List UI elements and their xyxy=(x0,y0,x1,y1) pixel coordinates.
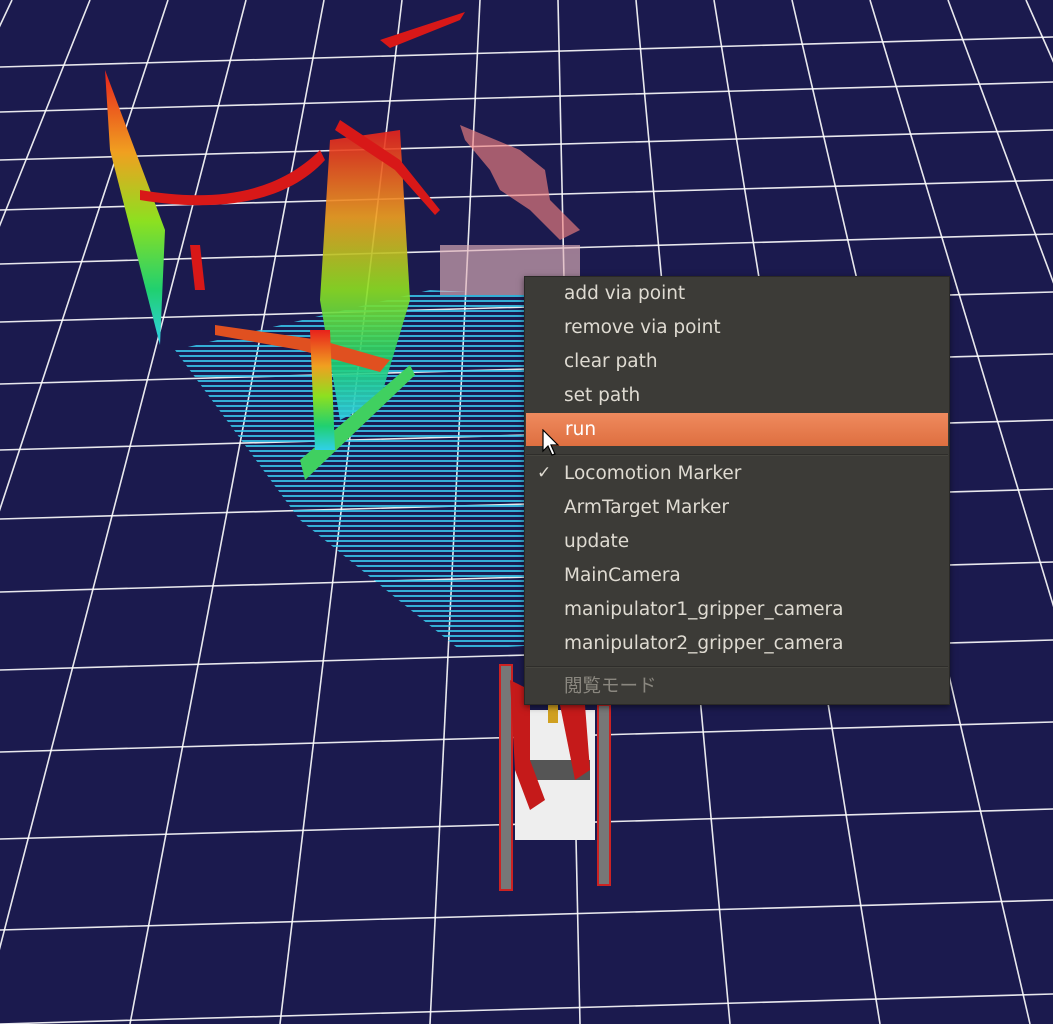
menu-item-clear-path[interactable]: clear path xyxy=(525,345,949,378)
menu-item-locomotion-marker[interactable]: ✓ Locomotion Marker xyxy=(525,457,949,490)
menu-item-manipulator2-gripper-camera[interactable]: manipulator2_gripper_camera xyxy=(525,627,949,660)
menu-item-label: add via point xyxy=(564,283,686,304)
menu-item-label: MainCamera xyxy=(564,565,681,586)
menu-item-label: ArmTarget Marker xyxy=(564,497,730,518)
menu-item-label: 閲覧モード xyxy=(564,676,657,697)
menu-item-browse-mode: 閲覧モード xyxy=(525,670,949,703)
menu-separator xyxy=(526,666,948,668)
menu-item-maincamera[interactable]: MainCamera xyxy=(525,559,949,592)
menu-item-label: Locomotion Marker xyxy=(564,463,742,484)
grid-line xyxy=(0,899,1053,931)
mouse-cursor-icon xyxy=(542,429,560,456)
menu-item-label: remove via point xyxy=(564,317,721,338)
menu-item-remove-via-point[interactable]: remove via point xyxy=(525,311,949,344)
menu-item-label: manipulator2_gripper_camera xyxy=(564,633,844,654)
menu-item-add-via-point[interactable]: add via point xyxy=(525,277,949,310)
context-menu: add via point remove via point clear pat… xyxy=(524,276,950,705)
menu-item-label: run xyxy=(565,419,597,440)
grid-line xyxy=(0,0,169,512)
grid-line xyxy=(0,993,1053,1024)
menu-item-label: clear path xyxy=(564,351,658,372)
menu-item-manipulator1-gripper-camera[interactable]: manipulator1_gripper_camera xyxy=(525,593,949,626)
menu-separator xyxy=(526,454,948,456)
grid-line xyxy=(1025,0,1053,63)
grid-line xyxy=(0,36,1053,68)
ghost-robot-arm xyxy=(440,125,580,295)
menu-item-label: manipulator1_gripper_camera xyxy=(564,599,844,620)
menu-item-set-path[interactable]: set path xyxy=(525,379,949,412)
menu-item-update[interactable]: update xyxy=(525,525,949,558)
menu-item-label: set path xyxy=(564,385,641,406)
grid-line xyxy=(0,0,91,227)
checkmark-icon: ✓ xyxy=(537,463,552,483)
grid-line xyxy=(0,0,13,28)
grid-line xyxy=(947,0,1053,284)
menu-item-label: update xyxy=(564,531,630,552)
menu-item-run[interactable]: run xyxy=(526,413,948,446)
menu-item-armtarget-marker[interactable]: ArmTarget Marker xyxy=(525,491,949,524)
grid-line xyxy=(0,81,1053,113)
